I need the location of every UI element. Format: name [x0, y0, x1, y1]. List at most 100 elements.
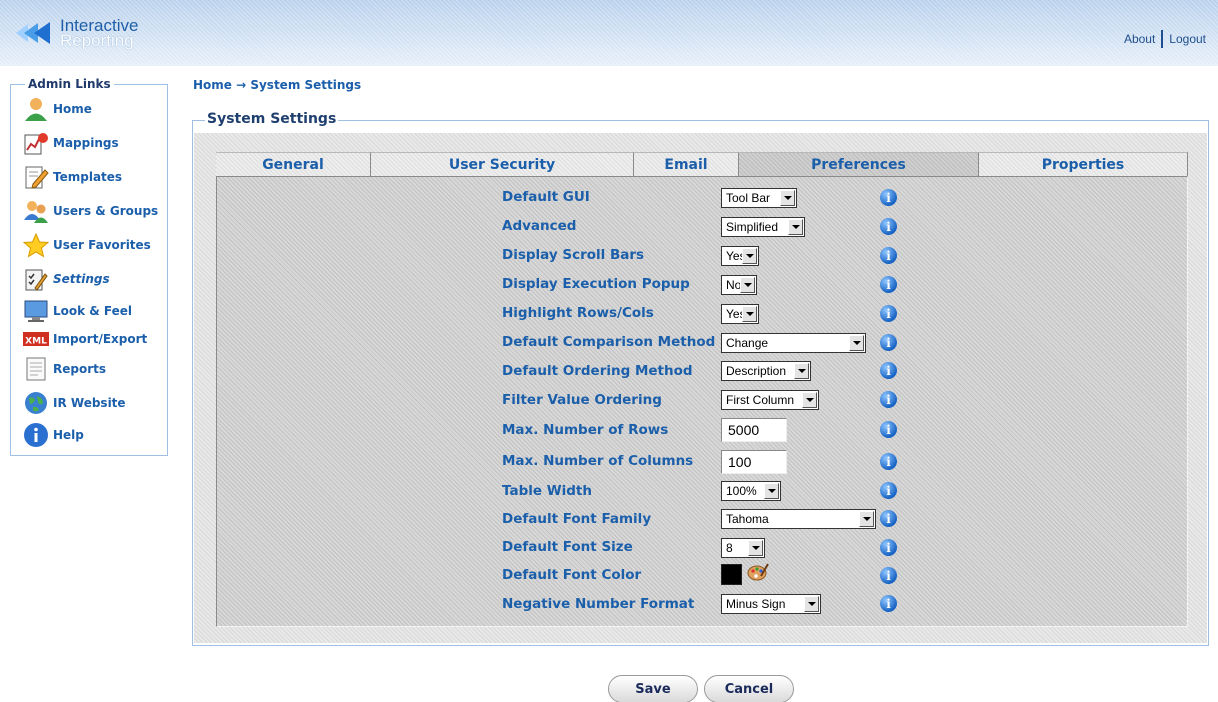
- sidebar-item-settings[interactable]: Settings: [23, 265, 110, 293]
- chevron-down-icon: [748, 540, 763, 556]
- chevron-down-icon: [764, 483, 779, 499]
- default-ordering-method-label: Default Ordering Method: [502, 363, 693, 379]
- info-icon[interactable]: i: [880, 305, 897, 322]
- tab-user-security[interactable]: User Security: [371, 152, 634, 176]
- select-value: 8: [726, 541, 733, 555]
- default-gui-select[interactable]: Tool Bar: [721, 188, 797, 208]
- sidebar-item-label: IR Website: [53, 396, 126, 410]
- table-width-select[interactable]: 100%: [721, 481, 781, 501]
- settings-tabbar: General User Security Email Preferences …: [216, 152, 1188, 176]
- info-icon[interactable]: i: [880, 391, 897, 408]
- select-value: No: [726, 278, 740, 292]
- preferences-panel: [216, 176, 1188, 627]
- info-icon[interactable]: i: [880, 218, 897, 235]
- default-font-family-select[interactable]: Tahoma: [721, 509, 876, 529]
- save-button[interactable]: Save: [608, 675, 698, 702]
- default-ordering-method-select[interactable]: Description: [721, 361, 811, 381]
- max-columns-input[interactable]: [721, 450, 787, 474]
- link-divider: [1161, 30, 1164, 48]
- info-icon[interactable]: i: [880, 567, 897, 584]
- select-value: First Column: [726, 393, 795, 407]
- globe-icon: [23, 390, 49, 416]
- display-execution-popup-select[interactable]: No: [721, 275, 757, 295]
- info-icon[interactable]: i: [880, 189, 897, 206]
- sidebar-item-label: Mappings: [53, 136, 119, 150]
- sidebar-item-label: Settings: [53, 272, 110, 286]
- font-color-swatch[interactable]: [721, 564, 742, 585]
- chevron-down-icon: [859, 511, 874, 527]
- breadcrumb[interactable]: Home → System Settings: [193, 78, 361, 92]
- sidebar-item-label: Templates: [53, 170, 123, 184]
- header-bar: Interactive Reporting About Logout: [0, 0, 1218, 66]
- select-value: Minus Sign: [726, 597, 786, 611]
- sidebar-item-reports[interactable]: Reports: [23, 355, 106, 383]
- color-palette-icon[interactable]: [747, 562, 769, 582]
- about-link[interactable]: About: [1124, 32, 1155, 46]
- top-links: About Logout: [1124, 30, 1206, 48]
- negative-number-format-select[interactable]: Minus Sign: [721, 594, 821, 614]
- sidebar-item-label: Reports: [53, 362, 107, 376]
- filter-value-ordering-label: Filter Value Ordering: [502, 392, 662, 408]
- default-font-color-label: Default Font Color: [502, 567, 642, 583]
- sidebar-item-mappings[interactable]: Mappings: [23, 129, 119, 157]
- user-icon: [23, 96, 49, 122]
- display-execution-popup-label: Display Execution Popup: [502, 276, 690, 292]
- reports-icon: [23, 356, 49, 382]
- sidebar-item-templates[interactable]: Templates: [23, 163, 122, 191]
- app-window: Interactive Reporting About Logout Admin…: [0, 0, 1218, 702]
- chevron-down-icon: [802, 392, 817, 408]
- select-value: Tool Bar: [726, 191, 771, 205]
- sidebar-item-label: Home: [53, 102, 92, 116]
- tab-properties[interactable]: Properties: [979, 152, 1188, 176]
- info-icon[interactable]: i: [880, 539, 897, 556]
- max-rows-input[interactable]: [721, 418, 787, 442]
- table-width-label: Table Width: [502, 483, 592, 499]
- logo-text-line2: Reporting: [60, 31, 134, 50]
- tab-email[interactable]: Email: [634, 152, 739, 176]
- select-value: 100%: [726, 484, 757, 498]
- sidebar-item-user-favorites[interactable]: User Favorites: [23, 231, 151, 259]
- xml-icon: XML: [23, 326, 49, 352]
- default-font-size-select[interactable]: 8: [721, 538, 765, 558]
- info-icon[interactable]: i: [880, 482, 897, 499]
- info-icon[interactable]: i: [880, 334, 897, 351]
- sidebar-item-help[interactable]: Help: [23, 421, 84, 449]
- chevron-down-icon: [780, 190, 795, 206]
- app-logo[interactable]: Interactive Reporting: [14, 16, 138, 50]
- display-scroll-bars-select[interactable]: Yes: [721, 246, 759, 266]
- mappings-icon: [23, 130, 49, 156]
- tab-general[interactable]: General: [216, 152, 371, 176]
- max-number-of-rows-label: Max. Number of Rows: [502, 422, 669, 438]
- logo-arrows-icon: [14, 18, 58, 48]
- filter-value-ordering-select[interactable]: First Column: [721, 390, 819, 410]
- admin-links-title: Admin Links: [25, 77, 114, 91]
- tab-preferences[interactable]: Preferences: [739, 152, 979, 176]
- default-font-size-label: Default Font Size: [502, 539, 633, 555]
- select-value: Tahoma: [726, 512, 769, 526]
- sidebar-item-label: Import/Export: [53, 332, 148, 346]
- logout-link[interactable]: Logout: [1169, 32, 1206, 46]
- sidebar-item-import-export[interactable]: XML Import/Export: [23, 325, 147, 353]
- sidebar-item-users-groups[interactable]: Users & Groups: [23, 197, 158, 225]
- sidebar-item-label: Look & Feel: [53, 304, 133, 318]
- default-gui-label: Default GUI: [502, 189, 590, 205]
- info-icon[interactable]: i: [880, 276, 897, 293]
- select-value: Yes: [726, 307, 742, 321]
- advanced-select[interactable]: Simplified: [721, 217, 805, 237]
- system-settings-title: System Settings: [205, 111, 339, 127]
- sidebar-item-look-feel[interactable]: Look & Feel: [23, 297, 132, 325]
- info-icon[interactable]: i: [880, 595, 897, 612]
- sidebar-item-ir-website[interactable]: IR Website: [23, 389, 126, 417]
- templates-icon: [23, 164, 49, 190]
- info-icon[interactable]: i: [880, 421, 897, 438]
- info-icon[interactable]: i: [880, 510, 897, 527]
- sidebar-item-label: Help: [53, 428, 84, 442]
- chevron-down-icon: [788, 219, 803, 235]
- info-icon[interactable]: i: [880, 362, 897, 379]
- highlight-rows-cols-select[interactable]: Yes: [721, 304, 759, 324]
- default-comparison-method-select[interactable]: Change: [721, 333, 866, 353]
- info-icon[interactable]: i: [880, 453, 897, 470]
- sidebar-item-home[interactable]: Home: [23, 95, 92, 123]
- cancel-button[interactable]: Cancel: [704, 675, 794, 702]
- info-icon[interactable]: i: [880, 247, 897, 264]
